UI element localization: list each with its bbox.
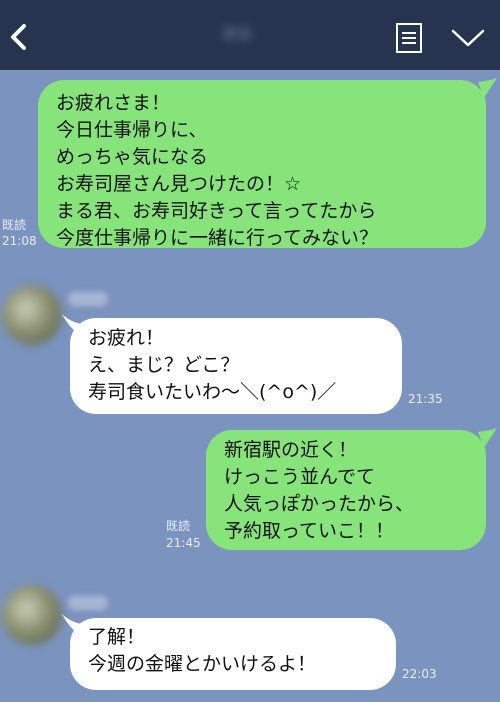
menu-button[interactable] <box>394 22 424 54</box>
contact-avatar[interactable] <box>2 585 62 645</box>
sent-message-bubble[interactable]: お疲れさま！ 今日仕事帰りに、 めっちゃ気になる お寿司屋さん見つけたの！☆ ま… <box>38 80 486 249</box>
chevron-down-icon <box>451 29 485 47</box>
read-receipt: 既読 <box>2 218 27 232</box>
bubble-tail <box>478 78 497 98</box>
chat-header: まる <box>0 0 500 70</box>
collapse-button[interactable] <box>450 26 486 50</box>
read-receipt: 既読 <box>166 519 191 533</box>
message-time: 22:03 <box>402 667 437 681</box>
received-message-bubble[interactable]: お疲れ！ え、まじ？どこ？ 寿司食いたいわ〜＼(^o^)／ <box>70 318 402 414</box>
bubble-tail <box>478 428 497 448</box>
sender-name <box>68 596 108 610</box>
message-time: 21:35 <box>408 392 443 406</box>
contact-avatar[interactable] <box>2 285 62 345</box>
chat-title: まる <box>221 24 252 42</box>
received-message-bubble[interactable]: 了解！ 今週の金曜とかいけるよ！ <box>70 618 396 690</box>
list-icon <box>396 23 422 53</box>
sent-message-bubble[interactable]: 新宿駅の近く！ けっこう並んでて 人気っぽかったから、 予約取っていこ！！ <box>206 430 486 550</box>
message-time: 21:08 <box>2 234 37 248</box>
message-time: 21:45 <box>166 536 201 550</box>
sender-name <box>68 292 108 306</box>
back-button[interactable] <box>6 22 32 52</box>
chevron-left-icon <box>11 24 26 50</box>
